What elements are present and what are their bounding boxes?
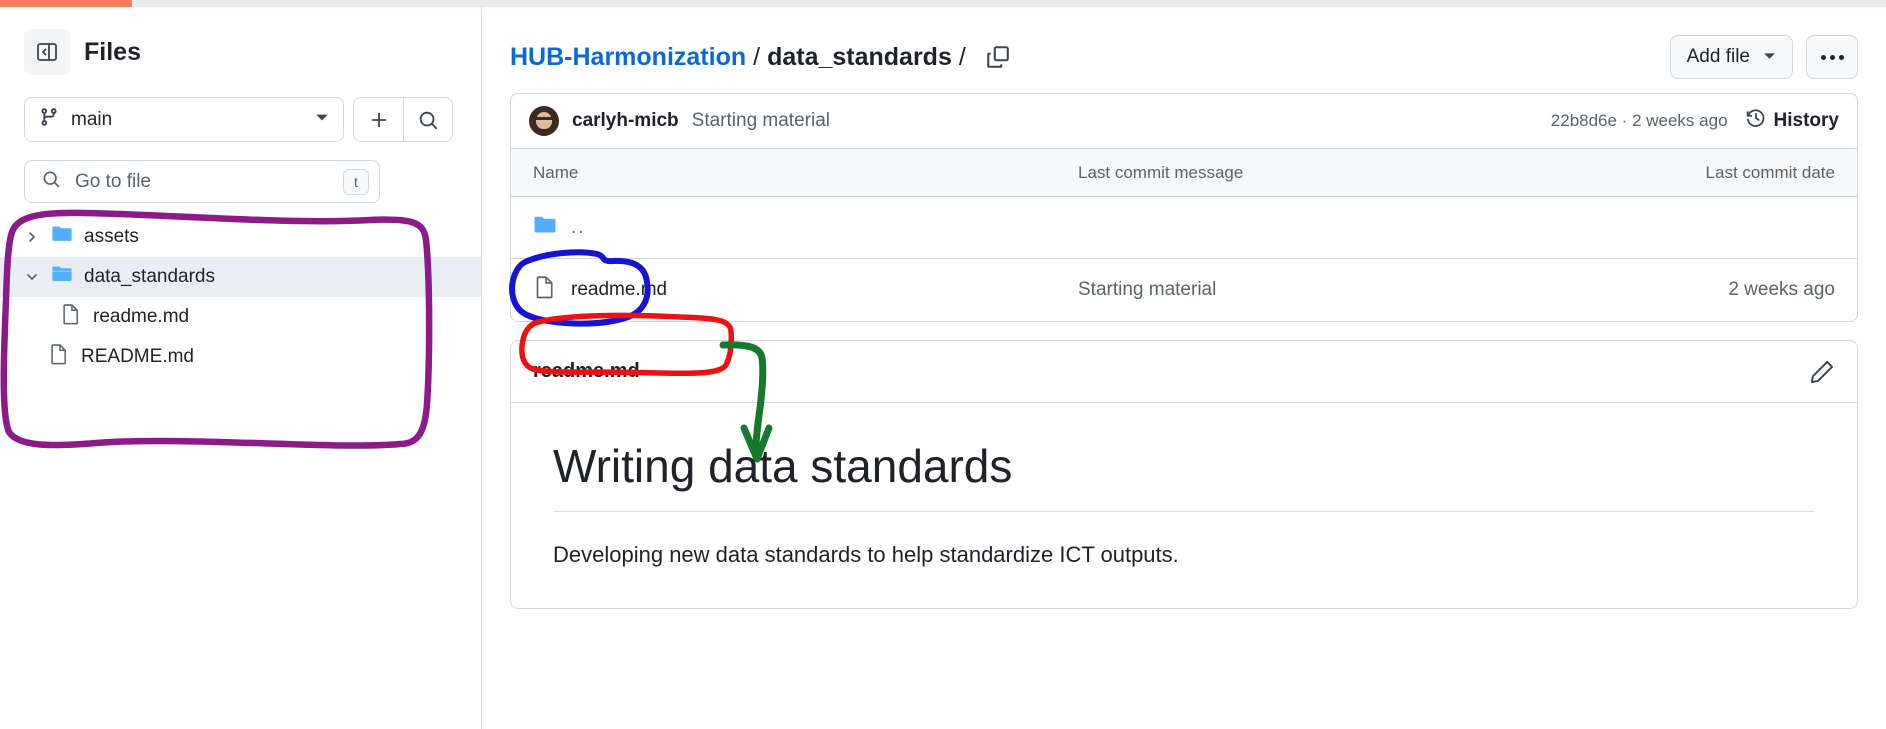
tree-item-assets[interactable]: assets: [0, 217, 481, 257]
repo-header: HUB-Harmonization / data_standards / Add…: [482, 7, 1886, 81]
column-header-name: Name: [533, 162, 579, 182]
tree-item-readme-md-lower[interactable]: readme.md: [0, 297, 481, 337]
more-options-button[interactable]: [1806, 35, 1858, 79]
readme-preview-header: readme.md: [511, 341, 1857, 403]
breadcrumb-current-folder: data_standards: [767, 42, 952, 71]
history-label: History: [1773, 110, 1839, 131]
file-icon: [48, 343, 70, 371]
breadcrumb-separator-trailing: /: [958, 42, 966, 71]
file-tree: assets data_standards readme.md README.m…: [0, 217, 481, 377]
tree-item-label: data_standards: [84, 266, 215, 287]
branch-name-label: main: [71, 108, 113, 130]
history-link[interactable]: History: [1746, 108, 1839, 134]
table-row[interactable]: ..: [511, 197, 1857, 259]
parent-directory-label: ..: [571, 216, 586, 238]
readme-preview-panel: readme.md Writing data standards Develop…: [510, 340, 1858, 609]
tree-item-label: readme.md: [93, 306, 190, 327]
commit-meta-group: 22b8d6e · 2 weeks ago History: [1551, 108, 1839, 134]
column-header-date: Last commit date: [1705, 162, 1835, 182]
sidebar-header: Files: [0, 7, 481, 75]
sidebar-action-buttons: [353, 97, 453, 142]
file-name-link[interactable]: readme.md: [571, 279, 667, 301]
parent-directory-cell[interactable]: ..: [533, 213, 1078, 243]
folder-icon: [51, 223, 73, 251]
folder-open-icon: [51, 263, 73, 291]
folder-icon: [533, 213, 557, 243]
go-to-file-input[interactable]: Go to file t: [24, 160, 380, 203]
file-tree-sidebar: Files main Go to file t assets data_stan…: [0, 7, 482, 729]
add-file-button[interactable]: Add file: [1669, 35, 1793, 79]
commit-message-link[interactable]: Starting material: [692, 110, 830, 132]
commit-hash-and-time[interactable]: 22b8d6e · 2 weeks ago: [1551, 111, 1728, 131]
github-repo-file-browser: Files main Go to file t assets data_stan…: [0, 0, 1886, 729]
add-file-label: Add file: [1686, 46, 1750, 67]
history-icon: [1746, 108, 1766, 134]
more-options-icon: [1820, 54, 1844, 60]
file-icon: [533, 275, 557, 305]
go-to-file-placeholder: Go to file: [75, 170, 152, 192]
chevron-down-icon: [1763, 46, 1776, 68]
tree-item-label: assets: [84, 226, 139, 247]
copy-path-icon[interactable]: [985, 44, 1011, 70]
readme-paragraph: Developing new data standards to help st…: [553, 542, 1179, 567]
search-icon: [41, 169, 61, 194]
go-to-file-shortcut-badge: t: [343, 168, 369, 195]
tree-item-label: README.md: [81, 346, 194, 367]
chevron-down-icon: [24, 271, 40, 283]
breadcrumb: HUB-Harmonization / data_standards /: [510, 43, 1011, 72]
page-load-progress-fill: [0, 0, 133, 7]
search-icon[interactable]: [403, 98, 452, 141]
branch-controls-row: main: [0, 75, 481, 142]
file-list-table: Name Last commit message Last commit dat…: [510, 149, 1858, 322]
header-actions: Add file: [1669, 35, 1858, 79]
breadcrumb-repo-link[interactable]: HUB-Harmonization: [510, 43, 746, 72]
file-icon: [60, 303, 82, 331]
plus-icon[interactable]: [354, 98, 403, 141]
readme-heading: Writing data standards: [553, 439, 1815, 512]
latest-commit-bar: carlyh-micb Starting material 22b8d6e · …: [510, 93, 1858, 149]
file-table-header: Name Last commit message Last commit dat…: [511, 149, 1857, 197]
file-name-cell[interactable]: readme.md: [533, 275, 1078, 305]
breadcrumb-separator: /: [753, 42, 761, 71]
row-commit-date: 2 weeks ago: [1728, 279, 1835, 300]
tree-item-readme-md-upper[interactable]: README.md: [0, 337, 481, 377]
sidebar-collapse-icon[interactable]: [24, 29, 70, 75]
sidebar-title: Files: [84, 37, 141, 66]
avatar[interactable]: [529, 106, 559, 136]
readme-filename-label: readme.md: [533, 360, 640, 382]
table-row[interactable]: readme.md Starting material 2 weeks ago: [511, 259, 1857, 321]
pencil-icon[interactable]: [1809, 359, 1835, 385]
readme-preview-body: Writing data standards Developing new da…: [511, 403, 1857, 608]
tree-item-data-standards[interactable]: data_standards: [0, 257, 481, 297]
row-commit-message[interactable]: Starting material: [1078, 279, 1635, 301]
column-header-message: Last commit message: [1078, 162, 1244, 182]
git-branch-icon: [39, 107, 59, 132]
commit-author-link[interactable]: carlyh-micb: [572, 110, 679, 132]
chevron-down-icon: [315, 110, 329, 129]
page-load-progress-track: [0, 0, 1886, 7]
repo-main-panel: HUB-Harmonization / data_standards / Add…: [482, 7, 1886, 729]
branch-selector[interactable]: main: [24, 97, 344, 142]
chevron-right-icon: [24, 231, 40, 243]
